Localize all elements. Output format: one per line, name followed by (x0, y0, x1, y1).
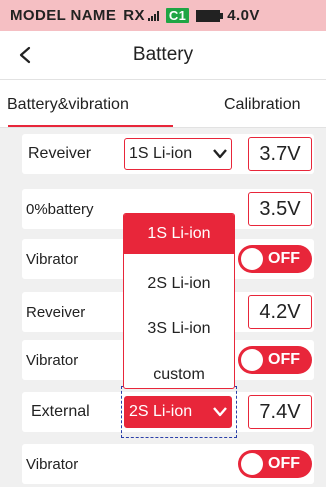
battery-icon (196, 9, 224, 22)
external-battery-type-select[interactable]: 2S Li-ion (124, 396, 232, 428)
receiver-full-voltage-value[interactable]: 4.2V (248, 295, 312, 329)
toggle-knob (241, 349, 263, 371)
dropdown-option[interactable]: 1S Li-ion (124, 214, 234, 254)
channel-badge: C1 (165, 8, 190, 23)
chevron-down-icon (213, 407, 227, 417)
select-value: 1S Li-ion (129, 145, 193, 162)
signal-icon (147, 10, 159, 21)
status-bar: MODEL NAME RX C1 4.0V (0, 0, 326, 31)
dropdown-option[interactable]: custom (124, 355, 234, 388)
vibrator-toggle[interactable]: OFF (238, 346, 312, 374)
row-label: Vibrator (26, 352, 79, 369)
row-label: Vibrator (26, 456, 79, 473)
vibrator-toggle[interactable]: OFF (238, 450, 312, 478)
receiver-voltage-value[interactable]: 3.7V (248, 137, 312, 171)
model-name: MODEL NAME (10, 7, 117, 24)
select-value: 2S Li-ion (129, 403, 193, 420)
toggle-knob (241, 248, 263, 270)
vibrator-toggle[interactable]: OFF (238, 245, 312, 273)
receiver-label: RX (123, 7, 145, 24)
zero-percent-voltage-value[interactable]: 3.5V (248, 192, 312, 226)
row-label: External (31, 403, 90, 420)
toggle-state: OFF (268, 455, 300, 472)
toggle-knob (241, 453, 263, 475)
receiver-battery-row: Reveiver 1S Li-ion 3.7V (22, 134, 314, 174)
row-label: Vibrator (26, 251, 79, 268)
row-label: Reveiver (28, 145, 92, 162)
receiver-battery-type-select[interactable]: 1S Li-ion (124, 138, 232, 170)
tab-battery-vibration[interactable]: Battery&vibration (7, 96, 129, 114)
vibrator-row: Vibrator OFF (22, 444, 314, 484)
toggle-state: OFF (268, 250, 300, 267)
dropdown-option[interactable]: 2S Li-ion (124, 264, 234, 304)
row-label: 0%battery (26, 201, 94, 218)
external-voltage-value[interactable]: 7.4V (248, 395, 312, 429)
chevron-left-icon[interactable] (16, 44, 36, 66)
tab-bar: Battery&vibration Calibration (0, 80, 326, 128)
row-label: Reveiver (26, 304, 86, 321)
page-title: Battery (132, 44, 194, 65)
dropdown-option[interactable]: 3S Li-ion (124, 309, 234, 349)
toggle-state: OFF (268, 351, 300, 368)
header: Battery (0, 31, 326, 79)
tab-calibration[interactable]: Calibration (224, 96, 300, 114)
chevron-down-icon (213, 149, 227, 159)
external-battery-row: External 2S Li-ion 7.4V (22, 392, 314, 432)
battery-voltage: 4.0V (227, 7, 260, 24)
battery-type-dropdown: 1S Li-ion 2S Li-ion 3S Li-ion custom (123, 213, 235, 389)
